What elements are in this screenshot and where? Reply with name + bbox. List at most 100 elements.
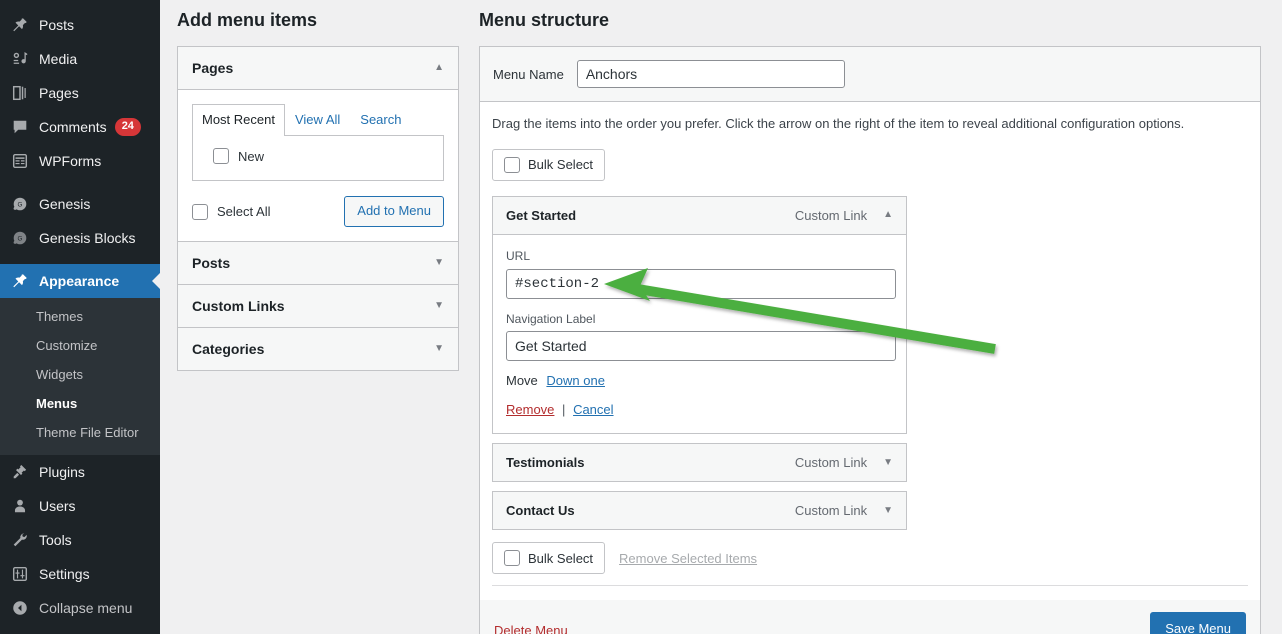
tab-view-all[interactable]: View All [285,104,350,135]
accordion-header-custom-links[interactable]: Custom Links ▼ [178,284,458,328]
current-menu-pointer [152,273,160,289]
cancel-link[interactable]: Cancel [573,402,613,417]
comments-count-badge: 24 [114,118,141,136]
sidebar-item-label: Users [39,498,76,515]
bulk-select-label: Bulk Select [528,550,594,566]
page-checkbox-new[interactable] [213,148,229,165]
pages-panel-footer: Select All Add to Menu [192,196,444,228]
sidebar-item-label: Comments [39,119,107,135]
select-all-checkbox[interactable] [192,203,208,220]
accordion-header-categories[interactable]: Categories ▼ [178,327,458,371]
menu-item-header[interactable]: Contact Us Custom Link ▼ [493,492,906,530]
sidebar-item-label: Tools [39,532,72,549]
menu-structure-column: Menu structure Menu Name Drag the items … [479,0,1261,634]
wordpress-admin-screen: Posts Media Pages Comments 24 WPForms G … [0,0,1282,634]
appearance-icon [10,271,30,291]
genesis-icon: G [10,194,30,214]
bulk-select-button-top[interactable]: Bulk Select [492,148,606,181]
save-menu-button[interactable]: Save Menu [1150,612,1246,634]
chevron-up-icon[interactable]: ▲ [883,210,893,220]
delete-menu-link[interactable]: Delete Menu [494,623,568,634]
sidebar-item-label: Media [39,51,78,67]
menu-item-title: Get Started [506,207,577,223]
accordion-label: Custom Links [192,298,285,315]
admin-sidebar: Posts Media Pages Comments 24 WPForms G … [0,0,160,634]
tools-icon [10,530,30,550]
menu-item-meta: Custom Link ▲ [795,208,893,223]
comment-icon [10,117,30,137]
menu-name-input[interactable] [576,60,845,89]
menu-item-meta: Custom Link ▼ [795,503,893,518]
menu-item-contact-us: Contact Us Custom Link ▼ [492,491,907,531]
chevron-down-icon: ▼ [434,300,444,312]
menu-item-get-started: Get Started Custom Link ▲ URL #section-2… [492,195,907,435]
menu-item-testimonials: Testimonials Custom Link ▼ [492,443,907,483]
accordion-header-posts[interactable]: Posts ▼ [178,241,458,285]
navigation-label-input[interactable] [506,331,896,362]
sidebar-item-label: Genesis [39,196,91,212]
media-icon [10,49,30,69]
menu-item-header[interactable]: Get Started Custom Link ▲ [493,196,906,235]
svg-text:G: G [18,236,23,243]
submenu-item-menus[interactable]: Menus [0,390,160,419]
submenu-item-widgets[interactable]: Widgets [0,361,160,390]
chevron-down-icon[interactable]: ▼ [883,505,893,516]
bulk-select-button-bottom[interactable]: Bulk Select [492,542,606,575]
sidebar-item-settings[interactable]: Settings [0,557,160,591]
menu-item-type: Custom Link [794,503,868,519]
menu-item-meta: Custom Link ▼ [795,455,893,470]
pages-tabs: Most Recent View All Search [192,104,444,137]
sidebar-item-label: Posts [39,17,75,33]
menu-items-list: Get Started Custom Link ▲ URL #section-2… [492,195,907,531]
sidebar-item-appearance[interactable]: Appearance [0,264,160,298]
menu-structure-title: Menu structure [479,10,610,30]
move-label: Move [506,373,538,389]
submenu-item-theme-file-editor[interactable]: Theme File Editor [0,419,160,448]
bulk-select-checkbox-bottom[interactable] [504,550,520,567]
remove-link[interactable]: Remove [506,402,554,417]
add-menu-items-accordion: Pages ▲ Most Recent View All Search New [177,46,459,372]
sidebar-item-wpforms[interactable]: WPForms [0,144,160,178]
sidebar-item-genesis[interactable]: G Genesis [0,187,160,221]
remove-selected-items-link: Remove Selected Items [619,550,758,566]
menu-item-type: Custom Link [794,455,868,471]
collapse-icon [10,598,30,618]
sidebar-item-label: Settings [39,566,90,583]
bulk-select-checkbox-top[interactable] [504,156,520,173]
list-item[interactable]: New [205,146,431,166]
chevron-down-icon[interactable]: ▼ [883,457,893,468]
sidebar-item-label: Genesis Blocks [39,230,136,246]
pages-icon [10,83,30,103]
sidebar-item-pages[interactable]: Pages [0,76,160,110]
sidebar-item-media[interactable]: Media [0,42,160,76]
admin-content: Add menu items Pages ▲ Most Recent View … [160,0,1282,634]
collapse-menu-button[interactable]: Collapse menu [0,591,160,625]
menu-item-header[interactable]: Testimonials Custom Link ▼ [493,444,906,482]
sidebar-item-label: Pages [39,85,79,101]
menu-name-label: Menu Name [493,66,564,82]
submenu-item-themes[interactable]: Themes [0,303,160,332]
tab-search[interactable]: Search [350,104,411,135]
pages-tab-panel: New [192,135,444,182]
menu-structure-body: Drag the items into the order you prefer… [480,102,1260,600]
sidebar-item-comments[interactable]: Comments 24 [0,110,160,144]
sidebar-item-tools[interactable]: Tools [0,523,160,557]
action-separator: | [562,402,566,418]
submenu-item-customize[interactable]: Customize [0,332,160,361]
add-to-menu-button[interactable]: Add to Menu [344,196,444,228]
sidebar-item-genesis-blocks[interactable]: G Genesis Blocks [0,221,160,255]
accordion-header-pages[interactable]: Pages ▲ [178,47,458,91]
url-label: URL [506,248,531,263]
add-menu-items-column: Add menu items Pages ▲ Most Recent View … [177,0,459,372]
sidebar-item-users[interactable]: Users [0,489,160,523]
url-field-group: URL [506,248,896,299]
sidebar-item-plugins[interactable]: Plugins [0,455,160,489]
url-input[interactable] [506,268,896,299]
move-down-one-link[interactable]: Down one [546,373,605,388]
bulk-select-label: Bulk Select [528,157,594,173]
select-all-row[interactable]: Select All [192,202,270,222]
menu-item-type: Custom Link [794,207,868,223]
sidebar-item-posts[interactable]: Posts [0,8,160,42]
tab-most-recent[interactable]: Most Recent [192,104,285,137]
menu-name-row: Menu Name [480,47,1260,103]
